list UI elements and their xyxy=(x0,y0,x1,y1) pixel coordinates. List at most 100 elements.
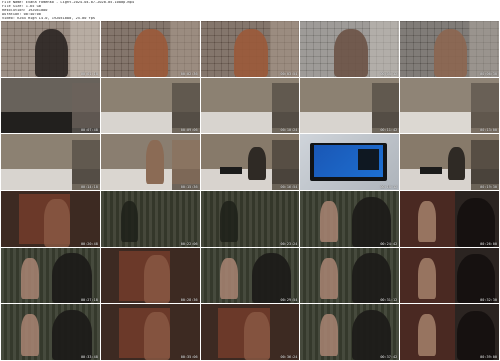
thumbnail-timestamp: 00:24:42 xyxy=(380,241,398,246)
person-silhouette xyxy=(447,146,466,180)
man-silhouette xyxy=(457,311,496,360)
doorway xyxy=(171,83,200,128)
highlight xyxy=(169,21,200,77)
person-silhouette xyxy=(220,201,239,243)
thumbnail-timestamp: 00:37:42 xyxy=(380,355,398,359)
man-silhouette xyxy=(351,253,392,304)
thumbnail-timestamp: 00:07:48 xyxy=(80,128,98,133)
thumbnail-timestamp: 00:16:54 xyxy=(280,185,298,189)
thumbnail-timestamp: 00:39:00 xyxy=(480,355,497,359)
highlight xyxy=(469,21,499,77)
video-thumbnail[interactable]: 00:29:54 xyxy=(200,247,300,304)
doorway xyxy=(471,139,499,185)
video-thumbnail[interactable]: 00:01:18 xyxy=(1,21,100,77)
thumbnail-timestamp: 00:33:48 xyxy=(80,355,98,359)
thumbnail-grid: 00:01:18 00:02:36 00:03:54 00:05:12 00:06:30… xyxy=(1,21,499,360)
thumbnail-timestamp: 00:27:18 xyxy=(80,298,98,303)
video-thumbnail[interactable]: 00:32:30 xyxy=(400,247,499,304)
curtain xyxy=(200,191,300,247)
thumbnail-timestamp: 00:14:18 xyxy=(80,185,98,189)
person-silhouette xyxy=(20,257,39,299)
person-silhouette xyxy=(220,257,239,299)
person-silhouette xyxy=(134,28,168,77)
person-silhouette xyxy=(234,28,268,77)
thumbnail-timestamp: 00:31:12 xyxy=(380,298,398,303)
terminal-window xyxy=(357,148,380,170)
thumbnail-timestamp: 00:09:06 xyxy=(180,128,198,133)
thumbnail-timestamp: 00:06:30 xyxy=(480,71,497,76)
person-silhouette xyxy=(144,312,170,360)
thumbnail-timestamp: 00:01:18 xyxy=(80,71,98,76)
thumbnail-timestamp: 00:35:06 xyxy=(180,355,198,359)
woman-silhouette xyxy=(417,314,436,356)
video-thumbnail[interactable]: 00:31:12 xyxy=(300,247,400,304)
video-thumbnail[interactable]: 00:39:00 xyxy=(400,304,499,360)
video-thumbnail[interactable]: 00:16:54 xyxy=(200,134,300,190)
thumbnail-timestamp: 00:28:36 xyxy=(180,298,198,303)
laptop xyxy=(220,166,243,175)
woman-silhouette xyxy=(417,257,436,299)
video-thumbnail[interactable]: 00:28:36 xyxy=(100,247,200,304)
doorway xyxy=(271,139,300,185)
video-thumbnail[interactable]: 00:19:30 xyxy=(400,134,499,190)
video-thumbnail[interactable]: 00:27:18 xyxy=(1,247,100,304)
video-thumbnail[interactable]: 00:18:12 xyxy=(300,134,400,190)
person-silhouette xyxy=(44,198,71,247)
video-thumbnail[interactable]: 00:11:42 xyxy=(300,77,400,134)
video-thumbnail[interactable]: 00:36:24 xyxy=(200,304,300,360)
thumbnail-timestamp: 00:02:36 xyxy=(180,71,198,76)
man-silhouette xyxy=(351,309,392,360)
bed xyxy=(200,112,272,134)
person-silhouette xyxy=(146,139,165,185)
thumbnail-timestamp: 00:19:30 xyxy=(480,185,497,189)
person-silhouette xyxy=(433,28,468,77)
person-silhouette xyxy=(248,146,266,180)
doorway xyxy=(371,83,400,128)
video-thumbnail[interactable]: 00:35:06 xyxy=(100,304,200,360)
thumbnail-timestamp: 00:29:54 xyxy=(280,298,298,303)
video-thumbnail[interactable]: 00:22:06 xyxy=(100,191,200,247)
highlight xyxy=(70,21,100,77)
thumbnail-timestamp: 00:10:24 xyxy=(280,128,298,133)
video-thumbnail[interactable]: 00:23:24 xyxy=(200,191,300,247)
highlight xyxy=(369,21,400,77)
video-thumbnail[interactable]: 00:33:48 xyxy=(1,304,100,360)
thumbnail-timestamp: 00:05:12 xyxy=(380,71,398,76)
video-thumbnail[interactable]: 00:02:36 xyxy=(100,21,200,77)
thumbnail-timestamp: 00:36:24 xyxy=(280,355,298,359)
doorway xyxy=(471,83,499,128)
thumbnail-timestamp: 00:13:00 xyxy=(480,128,497,133)
man-silhouette xyxy=(52,253,92,304)
video-thumbnail[interactable]: 00:37:42 xyxy=(300,304,400,360)
curtain xyxy=(100,191,200,247)
video-thumbnail[interactable]: 00:14:18 xyxy=(1,134,100,190)
video-thumbnail[interactable]: 00:26:00 xyxy=(400,191,499,247)
video-thumbnail[interactable]: 00:07:48 xyxy=(1,77,100,134)
video-thumbnail[interactable]: 00:13:00 xyxy=(400,77,499,134)
video-thumbnail[interactable]: 00:06:30 xyxy=(400,21,499,77)
person-silhouette xyxy=(20,314,39,356)
thumbnail-timestamp: 00:22:06 xyxy=(180,241,198,246)
person-silhouette xyxy=(333,28,368,77)
bed xyxy=(100,112,172,134)
laptop xyxy=(419,166,442,175)
video-thumbnail[interactable]: 00:15:36 xyxy=(100,134,200,190)
bed xyxy=(1,168,73,190)
thumbnail-timestamp: 00:32:30 xyxy=(480,298,497,303)
thumbnail-timestamp: 00:18:12 xyxy=(380,185,398,189)
man-silhouette xyxy=(457,197,496,247)
video-thumbnail[interactable]: 00:20:48 xyxy=(1,191,100,247)
video-thumbnail[interactable]: 00:24:42 xyxy=(300,191,400,247)
doorway xyxy=(72,83,100,128)
video-thumbnail[interactable]: 00:09:06 xyxy=(100,77,200,134)
video-thumbnail[interactable]: 00:10:24 xyxy=(200,77,300,134)
bed xyxy=(1,112,73,134)
video-thumbnail[interactable]: 00:03:54 xyxy=(200,21,300,77)
person-silhouette xyxy=(120,201,139,243)
bed xyxy=(300,112,372,134)
thumbnail-timestamp: 00:26:00 xyxy=(480,241,497,246)
person-silhouette xyxy=(244,312,270,360)
person-silhouette xyxy=(320,257,338,299)
person-silhouette xyxy=(320,201,338,243)
video-thumbnail[interactable]: 00:05:12 xyxy=(300,21,400,77)
